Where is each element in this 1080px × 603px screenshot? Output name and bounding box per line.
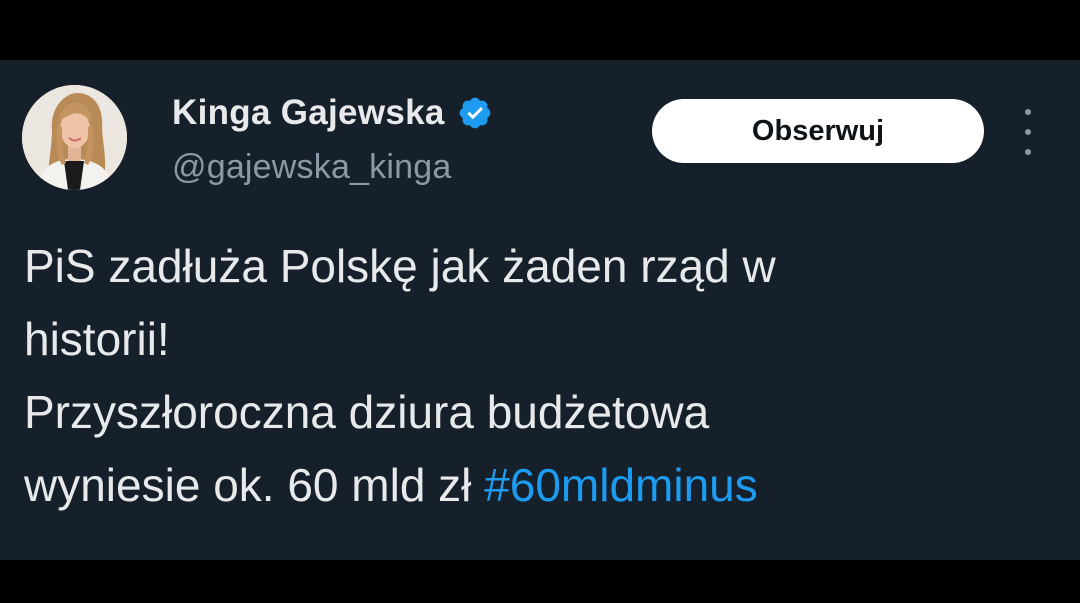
follow-button[interactable]: Obserwuj	[652, 99, 984, 163]
author-avatar[interactable]	[22, 85, 127, 190]
hashtag-link[interactable]: #60mldminus	[484, 459, 758, 511]
tweet-card: Kinga Gajewska @gajewska_kinga Obserwuj …	[0, 60, 1080, 560]
tweet-text-line-2: historii!	[24, 313, 170, 365]
tweet-text: PiS zadłuża Polskę jak żaden rząd w histo…	[24, 230, 1044, 522]
more-vertical-icon	[1025, 109, 1031, 115]
tweet-text-line-4: wyniesie ok. 60 mld zł	[24, 459, 485, 511]
author-display-name[interactable]: Kinga Gajewska	[172, 93, 445, 133]
author-handle[interactable]: @gajewska_kinga	[172, 148, 451, 187]
tweet-text-line-3: Przyszłoroczna dziura budżetowa	[24, 386, 710, 438]
author-name-row: Kinga Gajewska	[172, 93, 493, 133]
more-options-button[interactable]	[1015, 109, 1041, 155]
screenshot-frame: Kinga Gajewska @gajewska_kinga Obserwuj …	[0, 0, 1080, 603]
verified-badge-icon	[459, 97, 491, 129]
profile-photo-icon	[22, 85, 127, 190]
tweet-text-line-1: PiS zadłuża Polskę jak żaden rząd w	[24, 240, 776, 292]
more-vertical-icon-dot	[1025, 129, 1031, 135]
more-vertical-icon-dot	[1025, 149, 1031, 155]
